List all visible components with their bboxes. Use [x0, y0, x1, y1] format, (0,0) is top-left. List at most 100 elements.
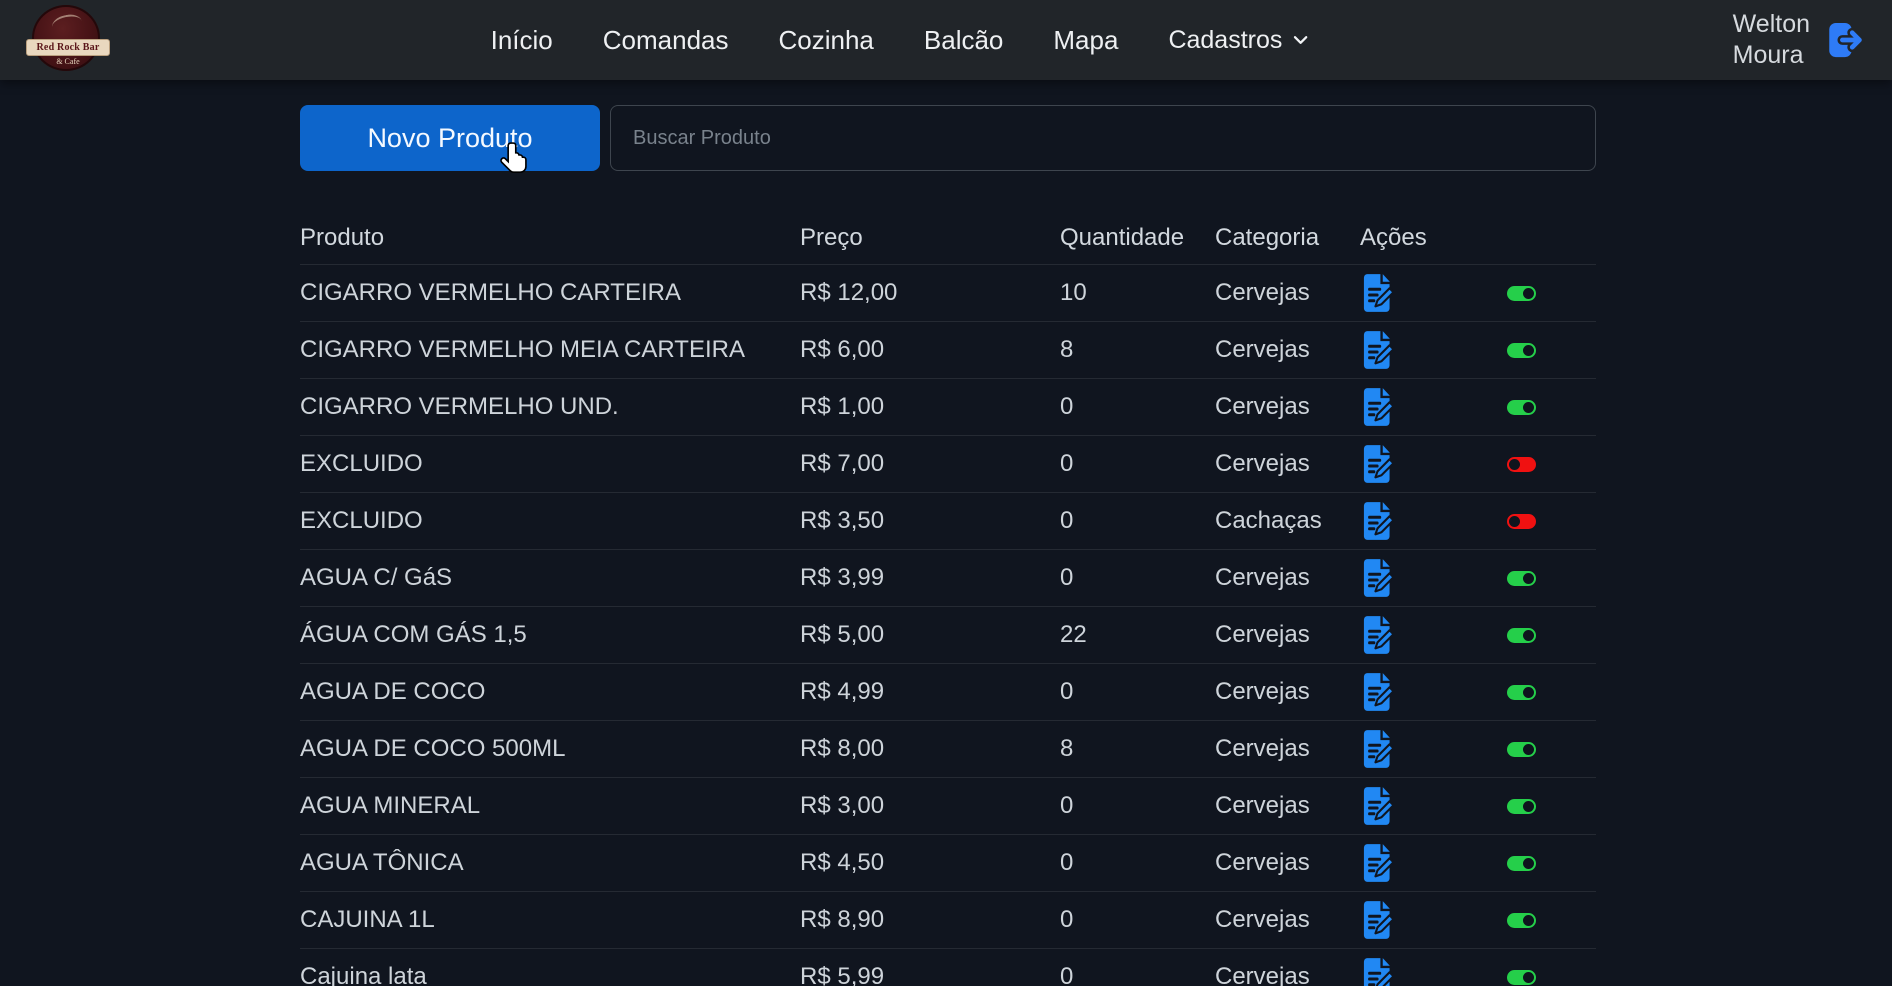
cell-produto: CIGARRO VERMELHO UND. [300, 393, 800, 421]
logout-icon [1824, 19, 1866, 61]
cell-acoes [1360, 387, 1596, 427]
search-product-input[interactable] [610, 105, 1596, 171]
cell-categoria: Cervejas [1215, 849, 1360, 877]
toggle-switch[interactable] [1507, 571, 1536, 586]
new-product-button[interactable]: Novo Produto [300, 105, 600, 171]
header-categoria: Categoria [1215, 224, 1360, 252]
edit-icon [1360, 615, 1394, 655]
cell-produto: CIGARRO VERMELHO CARTEIRA [300, 279, 800, 307]
edit-icon [1360, 558, 1394, 598]
cell-preco: R$ 6,00 [800, 336, 1060, 364]
cell-produto: AGUA DE COCO 500ML [300, 735, 800, 763]
cell-produto: ÁGUA COM GÁS 1,5 [300, 621, 800, 649]
edit-product-button[interactable] [1360, 501, 1394, 541]
cell-produto: Cajuina lata [300, 963, 800, 986]
edit-product-button[interactable] [1360, 444, 1394, 484]
cell-categoria: Cervejas [1215, 906, 1360, 934]
top-navbar: Red Rock Bar & Cafe Início Comandas Cozi… [0, 0, 1892, 80]
toggle-switch[interactable] [1507, 514, 1536, 529]
edit-product-button[interactable] [1360, 957, 1394, 986]
cell-preco: R$ 3,99 [800, 564, 1060, 592]
edit-product-button[interactable] [1360, 786, 1394, 826]
edit-product-button[interactable] [1360, 387, 1394, 427]
cell-categoria: Cervejas [1215, 279, 1360, 307]
chevron-down-icon [1291, 31, 1309, 49]
cell-quantidade: 22 [1060, 621, 1215, 649]
cell-quantidade: 0 [1060, 678, 1215, 706]
edit-product-button[interactable] [1360, 615, 1394, 655]
toggle-knob [1523, 402, 1534, 413]
cell-quantidade: 0 [1060, 564, 1215, 592]
toggle-switch[interactable] [1507, 799, 1536, 814]
toggle-switch[interactable] [1507, 913, 1536, 928]
user-name: Welton Moura [1733, 9, 1810, 71]
cell-produto: EXCLUIDO [300, 507, 800, 535]
toggle-switch[interactable] [1507, 685, 1536, 700]
table-row: AGUA DE COCO R$ 4,99 0 Cervejas [300, 664, 1596, 721]
cell-acoes [1360, 273, 1596, 313]
nav-dropdown-label: Cadastros [1168, 26, 1282, 55]
cell-produto: AGUA MINERAL [300, 792, 800, 820]
edit-icon [1360, 900, 1394, 940]
cell-quantidade: 0 [1060, 507, 1215, 535]
edit-icon [1360, 330, 1394, 370]
table-row: ÁGUA COM GÁS 1,5 R$ 5,00 22 Cervejas [300, 607, 1596, 664]
table-row: EXCLUIDO R$ 3,50 0 Cachaças [300, 493, 1596, 550]
cell-quantidade: 0 [1060, 792, 1215, 820]
edit-product-button[interactable] [1360, 900, 1394, 940]
cell-produto: AGUA C/ GáS [300, 564, 800, 592]
edit-product-button[interactable] [1360, 330, 1394, 370]
table-row: CIGARRO VERMELHO CARTEIRA R$ 12,00 10 Ce… [300, 265, 1596, 322]
cell-produto: CIGARRO VERMELHO MEIA CARTEIRA [300, 336, 800, 364]
user-last-name: Moura [1733, 40, 1810, 71]
edit-product-button[interactable] [1360, 273, 1394, 313]
cell-quantidade: 0 [1060, 906, 1215, 934]
nav-item-cozinha[interactable]: Cozinha [778, 25, 873, 56]
cell-categoria: Cervejas [1215, 735, 1360, 763]
logout-button[interactable] [1824, 19, 1866, 61]
user-zone: Welton Moura [1733, 9, 1866, 71]
nav-item-comandas[interactable]: Comandas [603, 25, 729, 56]
nav-dropdown-cadastros[interactable]: Cadastros [1168, 26, 1309, 55]
cell-preco: R$ 5,00 [800, 621, 1060, 649]
cell-acoes [1360, 786, 1596, 826]
header-preco: Preço [800, 224, 1060, 252]
toggle-switch[interactable] [1507, 970, 1536, 985]
edit-product-button[interactable] [1360, 672, 1394, 712]
cell-acoes [1360, 615, 1596, 655]
toggle-switch[interactable] [1507, 856, 1536, 871]
edit-product-button[interactable] [1360, 558, 1394, 598]
toggle-switch[interactable] [1507, 628, 1536, 643]
nav-item-inicio[interactable]: Início [491, 25, 553, 56]
toggle-switch[interactable] [1507, 742, 1536, 757]
nav-item-mapa[interactable]: Mapa [1053, 25, 1118, 56]
edit-icon [1360, 729, 1394, 769]
table-row: AGUA DE COCO 500ML R$ 8,00 8 Cervejas [300, 721, 1596, 778]
edit-product-button[interactable] [1360, 843, 1394, 883]
cell-preco: R$ 3,50 [800, 507, 1060, 535]
toggle-knob [1509, 516, 1520, 527]
cell-quantidade: 0 [1060, 450, 1215, 478]
products-table: Produto Preço Quantidade Categoria Ações… [300, 211, 1596, 986]
toggle-knob [1523, 744, 1534, 755]
toggle-switch[interactable] [1507, 286, 1536, 301]
nav-item-balcao[interactable]: Balcão [924, 25, 1004, 56]
toggle-switch[interactable] [1507, 400, 1536, 415]
toggle-knob [1509, 459, 1520, 470]
cell-categoria: Cervejas [1215, 792, 1360, 820]
cell-acoes [1360, 501, 1596, 541]
cell-categoria: Cachaças [1215, 507, 1360, 535]
main-nav: Início Comandas Cozinha Balcão Mapa Cada… [491, 0, 1310, 80]
toggle-switch[interactable] [1507, 457, 1536, 472]
cell-acoes [1360, 330, 1596, 370]
cell-categoria: Cervejas [1215, 564, 1360, 592]
cell-categoria: Cervejas [1215, 621, 1360, 649]
edit-product-button[interactable] [1360, 729, 1394, 769]
cell-quantidade: 0 [1060, 963, 1215, 986]
brand-logo[interactable]: Red Rock Bar & Cafe [26, 3, 110, 77]
cell-preco: R$ 12,00 [800, 279, 1060, 307]
edit-icon [1360, 843, 1394, 883]
brand-tagline: & Cafe [26, 57, 110, 66]
toggle-knob [1523, 915, 1534, 926]
toggle-switch[interactable] [1507, 343, 1536, 358]
